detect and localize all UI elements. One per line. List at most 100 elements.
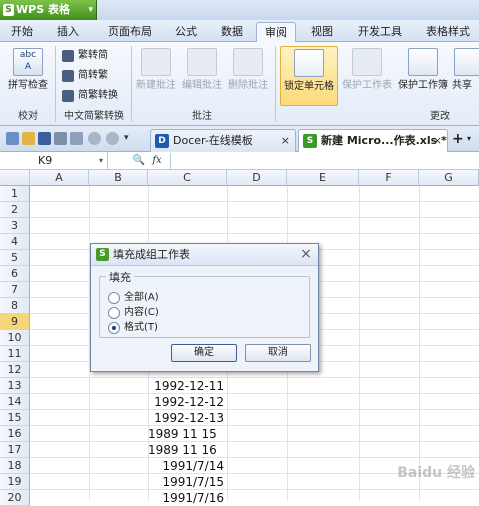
row-header[interactable]: 18 [0,458,30,474]
edit-comment-button[interactable]: 编辑批注 [180,46,224,106]
row-header[interactable]: 20 [0,490,30,506]
tab-data[interactable]: 数据 [214,22,250,42]
watermark: Baidu 经验 [397,465,475,481]
spell-check-button[interactable]: abc A 拼写检查 [4,46,52,106]
row-header[interactable]: 6 [0,266,30,282]
row-header[interactable]: 4 [0,234,30,250]
row-header[interactable]: 8 [0,298,30,314]
group-divider [275,46,276,122]
tab-view[interactable]: 视图 [304,22,340,42]
row-header[interactable]: 7 [0,282,30,298]
save-icon[interactable] [38,132,51,145]
tab-workbook[interactable]: S 新建 Micro...作表.xls * × [298,129,448,152]
group-label-chinese-convert: 中文简繁转换 [64,111,124,122]
row-header[interactable]: 12 [0,362,30,378]
open-folder-icon[interactable] [22,132,35,145]
row-header[interactable]: 16 [0,426,30,442]
row-header[interactable]: 1 [0,186,30,202]
chevron-down-icon[interactable]: ▾ [467,131,471,147]
close-icon[interactable]: × [433,130,442,151]
protect-workbook-label: 保护工作簿 [398,80,448,91]
delete-comment-label: 删除批注 [228,80,268,91]
table-cell[interactable]: 1992-12-13 [148,410,227,426]
undo-icon[interactable] [88,132,101,145]
grid-line [30,201,479,202]
radio-contents[interactable]: 内容(C) [108,306,159,320]
table-cell[interactable]: 1991/7/14 [148,458,227,474]
new-comment-label: 新建批注 [136,80,176,91]
chevron-down-icon[interactable]: ▾ [99,152,103,170]
radio-contents-label: 内容(C) [124,307,159,318]
row-header-selected[interactable]: 9 [0,314,30,330]
row-header[interactable]: 13 [0,378,30,394]
formula-input[interactable] [170,153,479,169]
simp-to-trad-button[interactable]: 简转繁 [62,68,108,84]
protect-sheet-button[interactable]: 保护工作表 [342,46,392,106]
tab-page-layout[interactable]: 页面布局 [100,22,160,42]
column-header-g[interactable]: G [419,170,479,186]
add-tab-button[interactable]: + [452,131,464,147]
table-cell[interactable]: 1992-12-11 [148,378,227,394]
row-header[interactable]: 3 [0,218,30,234]
trad-to-simp-button[interactable]: 繁转简 [62,48,108,64]
column-header-f[interactable]: F [359,170,419,186]
print-preview-icon[interactable] [70,132,83,145]
tab-table-style[interactable]: 表格样式 [418,22,478,42]
redo-icon[interactable] [106,132,119,145]
grid-line [30,425,479,426]
column-header-a[interactable]: A [30,170,89,186]
dialog-title: 填充成组工作表 [113,248,190,261]
new-file-icon[interactable] [6,132,19,145]
select-all-corner[interactable] [0,170,30,186]
row-header[interactable]: 2 [0,202,30,218]
row-header[interactable]: 5 [0,250,30,266]
table-cell[interactable]: 1989 11 15 [148,426,227,442]
simp-trad-convert-button[interactable]: 简繁转换 [62,88,118,104]
cancel-button[interactable]: 取消 [245,344,311,362]
row-header[interactable]: 10 [0,330,30,346]
table-cell[interactable]: 1991/7/16 [148,490,227,506]
column-header-b[interactable]: B [89,170,148,186]
tab-developer[interactable]: 开发工具 [350,22,410,42]
trad-to-simp-label: 繁转简 [78,50,108,61]
fill-group-label: 填充 [106,269,134,285]
column-header-e[interactable]: E [287,170,359,186]
lock-cell-button[interactable]: 锁定单元格 [280,46,338,106]
row-header[interactable]: 17 [0,442,30,458]
tab-formulas[interactable]: 公式 [168,22,204,42]
share-button[interactable]: 共享 [452,46,479,106]
table-cell[interactable]: 1989 11 16 [148,442,227,458]
table-cell[interactable]: 1992-12-12 [148,394,227,410]
tab-docer-templates[interactable]: D Docer-在线模板 × [150,129,296,152]
print-icon[interactable] [54,132,67,145]
tab-review[interactable]: 审阅 [256,22,296,42]
convert-icon [62,50,74,62]
row-header[interactable]: 15 [0,410,30,426]
ok-button[interactable]: 确定 [171,344,237,362]
customize-toolbar-icon[interactable]: ▾ [124,132,137,145]
edit-comment-label: 编辑批注 [182,80,222,91]
row-header[interactable]: 11 [0,346,30,362]
protect-workbook-button[interactable]: 保护工作簿 [396,46,450,106]
radio-all[interactable]: 全部(A) [108,291,159,305]
table-cell[interactable]: 1991/7/15 [148,474,227,490]
tab-home[interactable]: 开始 [4,22,40,42]
close-icon[interactable]: × [281,130,290,151]
edit-comment-icon [187,48,217,76]
name-box[interactable]: K9 ▾ [0,152,108,170]
column-header-c[interactable]: C [148,170,227,186]
close-icon[interactable]: × [294,244,318,265]
zoom-icon[interactable]: 🔍 [130,152,148,170]
share-label: 共享 [452,80,472,91]
row-header[interactable]: 19 [0,474,30,490]
function-icon[interactable]: fx [148,152,166,170]
delete-comment-button[interactable]: 删除批注 [226,46,270,106]
radio-formats-label: 格式(T) [124,322,158,333]
wps-menu-button[interactable]: S WPS 表格 ▾ [0,0,97,20]
column-header-d[interactable]: D [227,170,287,186]
radio-formats[interactable]: 格式(T) [108,321,158,335]
grid-line [30,377,479,378]
new-comment-button[interactable]: 新建批注 [134,46,178,106]
tab-insert[interactable]: 插入 [50,22,86,42]
row-header[interactable]: 14 [0,394,30,410]
